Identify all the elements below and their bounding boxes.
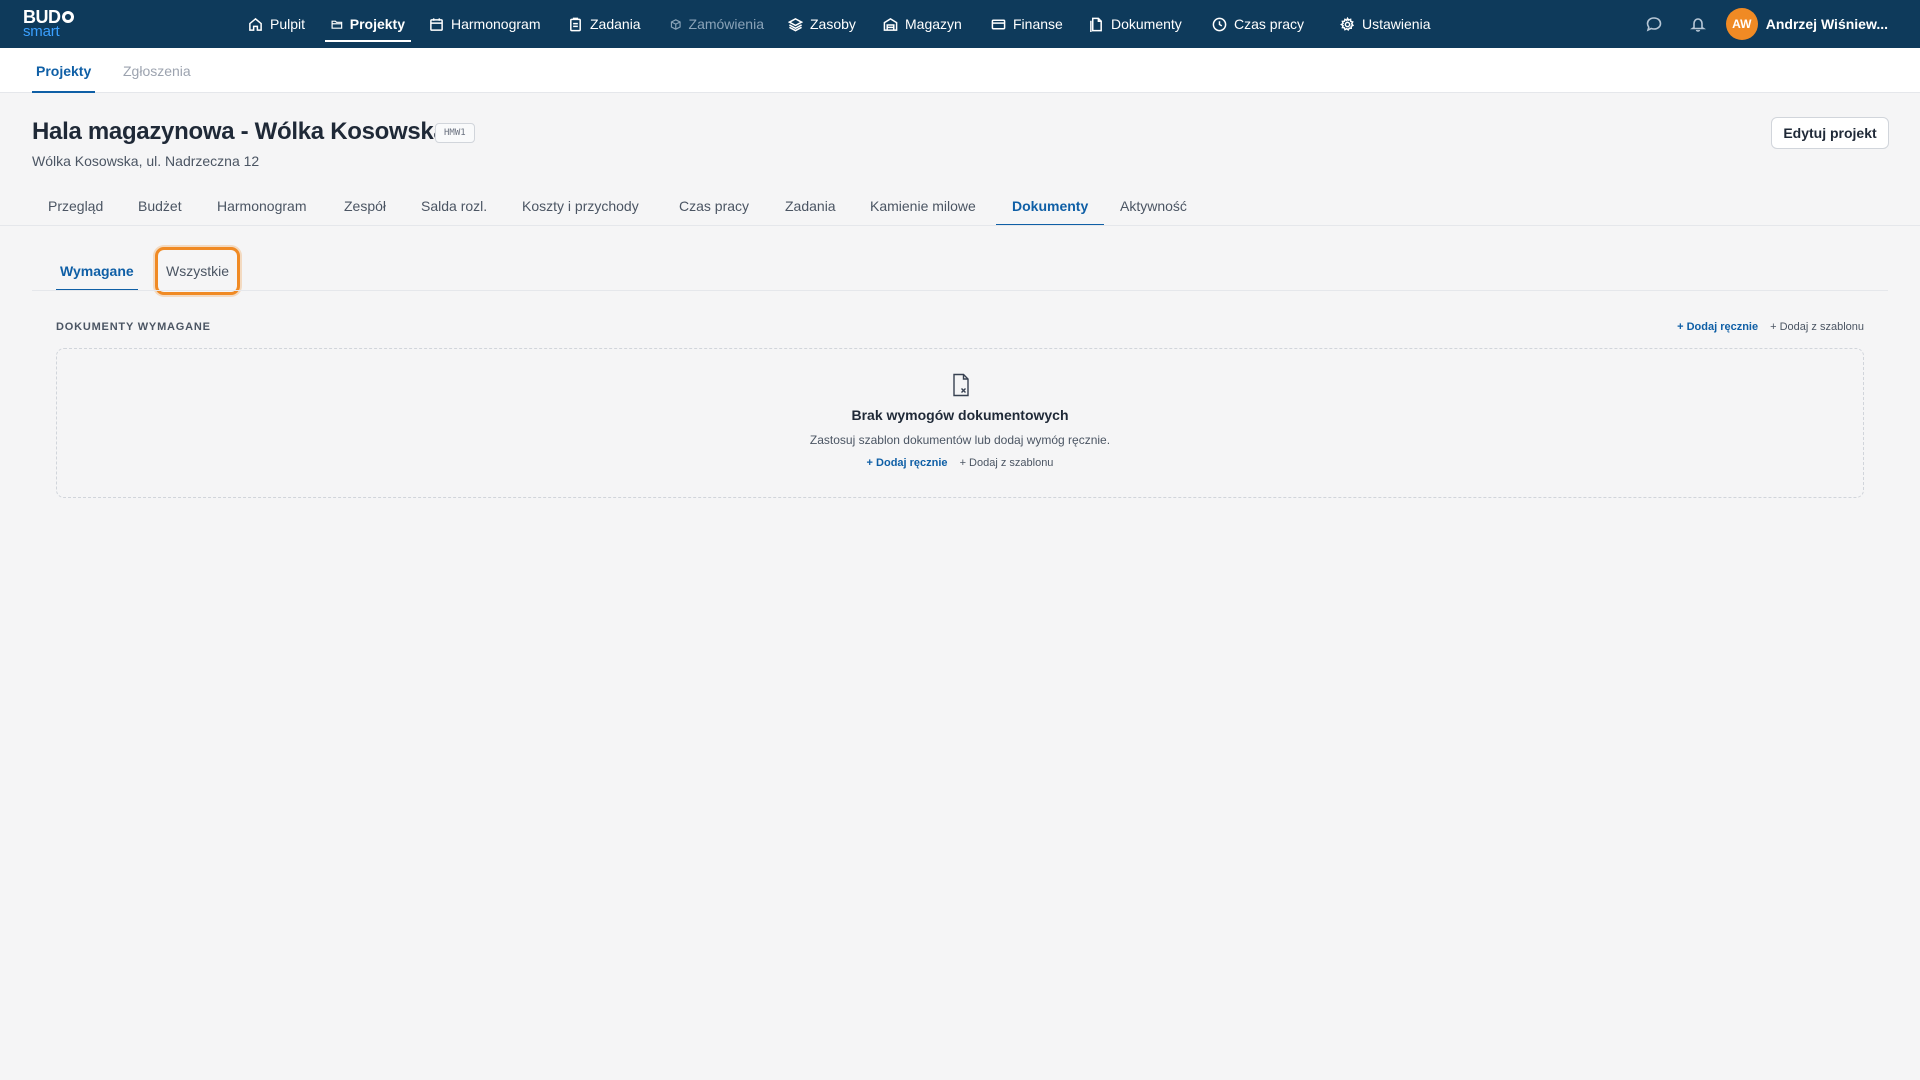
clipboard-icon: [570, 17, 581, 31]
documents-icon: [1090, 17, 1102, 32]
tab-aktywnosc[interactable]: Aktywność: [1120, 186, 1187, 225]
nav-item-projekty[interactable]: Projekty: [325, 0, 411, 48]
subnav-tab-projekty[interactable]: Projekty: [31, 48, 96, 93]
sub-navigation: Projekty Zgłoszenia: [0, 48, 1920, 93]
doc-tabs-divider: [32, 290, 1888, 291]
doc-tab-wszystkie[interactable]: Wszystkie: [155, 247, 240, 295]
tab-kamienie-milowe[interactable]: Kamienie milowe: [870, 186, 976, 225]
nav-item-ustawienia[interactable]: Ustawienia: [1334, 0, 1440, 48]
empty-add-manual-link[interactable]: + Dodaj ręcznie: [867, 457, 948, 469]
nav-item-harmonogram[interactable]: Harmonogram: [423, 0, 550, 48]
nav-item-finanse[interactable]: Finanse: [985, 0, 1071, 48]
tab-zadania[interactable]: Zadania: [785, 186, 836, 225]
notifications-button[interactable]: [1682, 8, 1714, 40]
nav-item-zamowienia[interactable]: Zamówienia: [664, 0, 770, 48]
tab-czas-pracy[interactable]: Czas pracy: [679, 186, 749, 225]
add-from-template-link[interactable]: + Dodaj z szablonu: [1770, 321, 1864, 333]
section-actions: + Dodaj ręcznie + Dodaj z szablonu: [1677, 321, 1864, 333]
home-icon: [249, 17, 262, 31]
warehouse-icon: [883, 17, 898, 31]
gear-icon: [1340, 16, 1355, 31]
section-heading: DOKUMENTY WYMAGANE: [56, 321, 211, 333]
nav-item-magazyn[interactable]: Magazyn: [877, 0, 973, 48]
folder-icon: [331, 20, 343, 29]
top-navbar: BUD smart Pulpit Projekty Harmonogram Za…: [0, 0, 1920, 48]
nav-item-zadania[interactable]: Zadania: [562, 0, 652, 48]
layers-icon: [788, 17, 803, 31]
top-right-area: AW Andrzej Wiśniew...: [1638, 0, 1888, 48]
tab-salda-rozl[interactable]: Salda rozl.: [421, 186, 487, 225]
page-title: Hala magazynowa - Wólka Kosowska: [32, 118, 447, 145]
project-address: Wólka Kosowska, ul. Nadrzeczna 12: [32, 153, 260, 169]
tab-harmonogram[interactable]: Harmonogram: [217, 186, 306, 225]
doc-tab-wymagane[interactable]: Wymagane: [56, 252, 138, 291]
tab-przeglad[interactable]: Przegląd: [48, 186, 103, 225]
project-code-badge: HMW1: [435, 123, 475, 143]
subnav-tab-zgloszenia[interactable]: Zgłoszenia: [123, 48, 191, 93]
empty-state-title: Brak wymogów dokumentowych: [851, 407, 1069, 423]
main-nav: Pulpit Projekty Harmonogram Zadania Zamó…: [242, 0, 1452, 48]
nav-item-zasoby[interactable]: Zasoby: [782, 0, 865, 48]
tab-koszty-i-przychody[interactable]: Koszty i przychody: [522, 186, 639, 225]
app-logo[interactable]: BUD smart: [23, 8, 83, 40]
bell-icon: [1689, 18, 1706, 32]
tab-dokumenty[interactable]: Dokumenty: [995, 186, 1105, 226]
avatar[interactable]: AW: [1725, 8, 1758, 40]
empty-state: Brak wymogów dokumentowych Zastosuj szab…: [56, 348, 1864, 498]
nav-item-dokumenty[interactable]: Dokumenty: [1083, 0, 1194, 48]
clock-icon: [1212, 17, 1227, 31]
add-manual-link[interactable]: + Dodaj ręcznie: [1677, 321, 1758, 333]
package-icon: [670, 18, 681, 30]
project-tabs: Przegląd Budżet Harmonogram Zespół Salda…: [32, 186, 1920, 226]
project-tabs-divider: [0, 225, 1920, 226]
nav-item-czas-pracy[interactable]: Czas pracy: [1206, 0, 1322, 48]
empty-state-description: Zastosuj szablon dokumentów lub dodaj wy…: [809, 433, 1111, 447]
file-x-icon: [951, 373, 971, 397]
empty-add-from-template-link[interactable]: + Dodaj z szablonu: [960, 457, 1054, 469]
credit-card-icon: [991, 19, 1006, 29]
edit-project-button[interactable]: Edytuj projekt: [1771, 117, 1889, 149]
nav-item-pulpit[interactable]: Pulpit: [242, 0, 313, 48]
empty-state-actions: + Dodaj ręcznie + Dodaj z szablonu: [57, 457, 1863, 469]
calendar-icon: [430, 17, 443, 31]
user-name[interactable]: Andrzej Wiśniew...: [1766, 16, 1888, 32]
chat-bubble-icon: [1646, 17, 1662, 32]
tab-zespol[interactable]: Zespół: [344, 186, 386, 225]
tab-budzet[interactable]: Budżet: [138, 186, 182, 225]
messages-button[interactable]: [1638, 8, 1670, 40]
